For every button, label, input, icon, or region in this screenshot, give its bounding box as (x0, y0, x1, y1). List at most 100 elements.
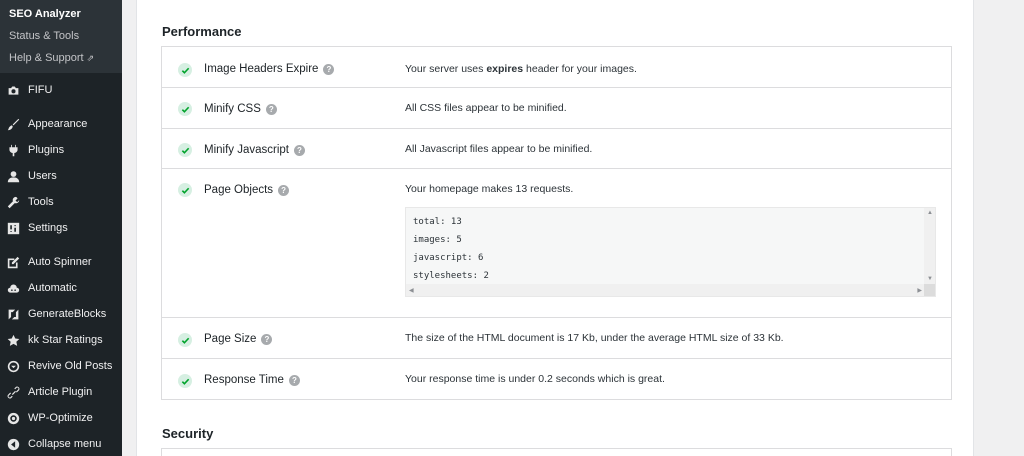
check-icon (178, 183, 192, 197)
users-icon (7, 170, 20, 183)
row-label: Response Time? (204, 374, 300, 386)
revive-icon (7, 360, 20, 373)
sidebar-item-settings[interactable]: Settings (0, 215, 122, 241)
seo-analyzer-card: Performance Image Headers Expire? Your s… (136, 0, 974, 456)
star-icon (7, 334, 20, 347)
row-label-text: Minify CSS (204, 103, 261, 115)
row-label-text: Page Size (204, 333, 257, 345)
link-icon (7, 386, 20, 399)
horizontal-scrollbar[interactable]: ◀ ▶ (406, 284, 925, 296)
submenu-label: Help & Support (9, 52, 84, 64)
performance-table: Image Headers Expire? Your server uses e… (161, 46, 952, 400)
security-table (161, 448, 952, 456)
sidebar-item-label: Article Plugin (28, 386, 93, 398)
sidebar-item-kk-star-ratings[interactable]: kk Star Ratings (0, 327, 122, 353)
submenu-label: SEO Analyzer (9, 8, 81, 20)
check-icon (178, 333, 192, 347)
sidebar-item-label: kk Star Ratings (28, 334, 103, 346)
cloud-icon (7, 282, 20, 295)
camera-icon (7, 84, 20, 97)
help-icon[interactable]: ? (288, 374, 300, 386)
desc-text: header for your images. (523, 63, 637, 75)
sidebar-item-appearance[interactable]: Appearance (0, 111, 122, 137)
help-icon[interactable]: ? (261, 333, 273, 345)
row-label-text: Minify Javascript (204, 144, 289, 156)
help-icon[interactable]: ? (265, 103, 277, 115)
check-icon (178, 63, 192, 77)
sidebar-item-revive-old-posts[interactable]: Revive Old Posts (0, 353, 122, 379)
sidebar-item-label: Users (28, 170, 57, 182)
row-description: Your response time is under 0.2 seconds … (405, 373, 665, 385)
page-objects-code-block[interactable]: total: 13 images: 5 javascript: 6 styles… (405, 207, 936, 297)
help-icon[interactable]: ? (278, 184, 290, 196)
sidebar-item-label: WP-Optimize (28, 412, 93, 424)
sidebar-item-label: Revive Old Posts (28, 360, 113, 372)
wrench-icon (7, 196, 20, 209)
plugin-icon (7, 144, 20, 157)
check-icon (178, 374, 192, 388)
sidebar-item-users[interactable]: Users (0, 163, 122, 189)
row-label: Page Size? (204, 333, 273, 345)
sidebar-item-plugins[interactable]: Plugins (0, 137, 122, 163)
submenu-seo-analyzer[interactable]: SEO Analyzer (0, 3, 122, 25)
row-label: Image Headers Expire? (204, 63, 335, 75)
code-line: javascript: 6 (413, 253, 484, 263)
row-label-text: Image Headers Expire (204, 63, 319, 75)
sidebar-item-automatic[interactable]: Automatic (0, 275, 122, 301)
table-row: Response Time? Your response time is und… (162, 359, 951, 399)
help-icon[interactable]: ? (294, 144, 305, 156)
scroll-left-arrow-icon[interactable]: ◀ (409, 287, 414, 294)
row-label: Minify Javascript? (204, 144, 305, 156)
desc-text: Your server uses (405, 63, 487, 75)
sidebar-item-label: FIFU (28, 84, 53, 96)
row-description: All Javascript files appear to be minifi… (405, 143, 593, 155)
sidebar-item-label: Settings (28, 222, 68, 234)
admin-sidebar: SEO Analyzer Status & Tools Help & Suppo… (0, 0, 122, 456)
row-label-text: Page Objects (204, 184, 274, 196)
sidebar-item-label: Plugins (28, 144, 65, 156)
sidebar-item-article-plugin[interactable]: Article Plugin (0, 379, 122, 405)
sidebar-item-generateblocks[interactable]: GenerateBlocks (0, 301, 122, 327)
sidebar-item-auto-spinner[interactable]: Auto Spinner (0, 249, 122, 275)
row-label: Page Objects? (204, 184, 290, 196)
check-icon (178, 102, 192, 116)
desc-bold-text: expires (486, 63, 524, 75)
code-line: images: 5 (413, 235, 462, 245)
sidebar-item-label: Auto Spinner (28, 256, 92, 268)
collapse-menu-button[interactable]: Collapse menu (0, 431, 122, 456)
security-heading: Security (162, 426, 214, 441)
table-row: Minify Javascript? All Javascript files … (162, 129, 951, 169)
help-icon[interactable]: ? (323, 63, 335, 75)
table-row: Minify CSS? All CSS files appear to be m… (162, 88, 951, 129)
code-line: stylesheets: 2 (413, 271, 489, 281)
table-row: Page Size? The size of the HTML document… (162, 318, 951, 359)
brush-icon (7, 118, 20, 131)
code-line: total: 13 (413, 217, 462, 227)
performance-heading: Performance (162, 24, 242, 39)
table-row: Image Headers Expire? Your server uses e… (162, 47, 951, 88)
submenu-help-support[interactable]: Help & Support ⇗ (0, 47, 122, 69)
submenu-label: Status & Tools (9, 30, 80, 42)
external-link-icon: ⇗ (86, 53, 95, 63)
scroll-up-arrow-icon[interactable]: ▲ (927, 210, 933, 216)
check-icon (178, 143, 192, 157)
sidebar-item-label: Automatic (28, 282, 77, 294)
submenu-status-tools[interactable]: Status & Tools (0, 25, 122, 47)
row-label: Minify CSS? (204, 103, 277, 115)
row-description: Your homepage makes 13 requests. (405, 183, 574, 195)
sidebar-item-tools[interactable]: Tools (0, 189, 122, 215)
seo-submenu: SEO Analyzer Status & Tools Help & Suppo… (0, 0, 122, 73)
scroll-right-arrow-icon[interactable]: ▶ (917, 287, 922, 294)
sidebar-item-fifu[interactable]: FIFU (0, 77, 122, 103)
collapse-icon (7, 438, 20, 451)
sidebar-item-label: Tools (28, 196, 54, 208)
row-description: All CSS files appear to be minified. (405, 102, 567, 114)
vertical-scrollbar[interactable]: ▲ ▼ (924, 208, 935, 284)
sidebar-item-wp-optimize[interactable]: WP-Optimize (0, 405, 122, 431)
sidebar-item-label: Appearance (28, 118, 88, 130)
code-lines: total: 13 images: 5 javascript: 6 styles… (413, 213, 489, 285)
table-row: Page Objects? Your homepage makes 13 req… (162, 169, 951, 318)
row-label-text: Response Time (204, 374, 284, 386)
settings-icon (7, 222, 20, 235)
scroll-down-arrow-icon[interactable]: ▼ (927, 276, 933, 282)
